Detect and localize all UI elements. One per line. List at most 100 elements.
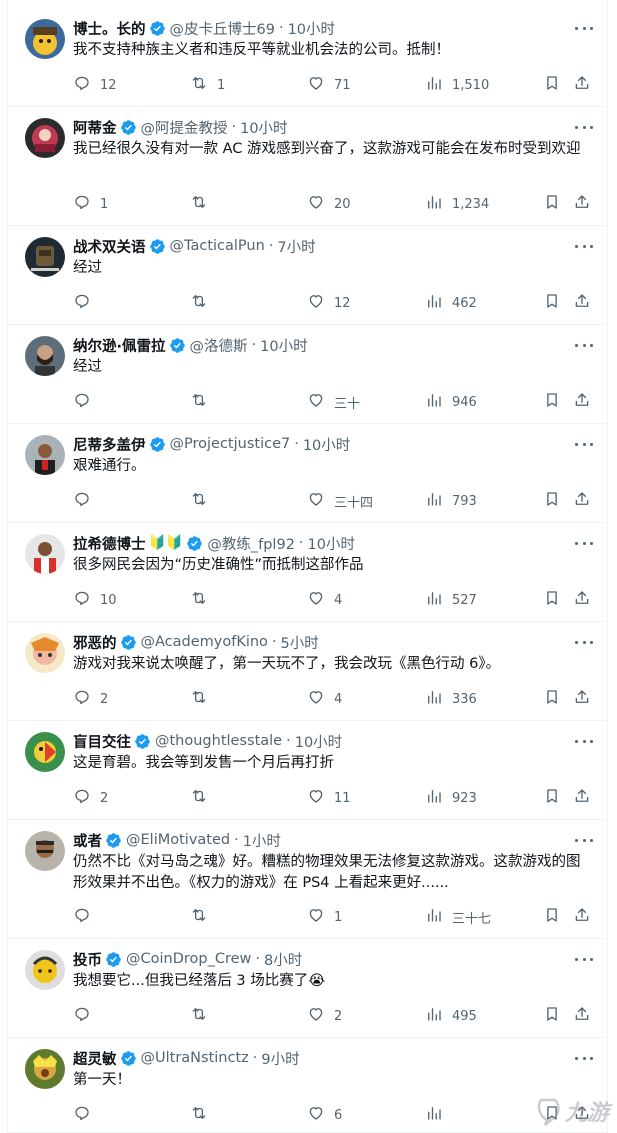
- retweet-button[interactable]: [190, 193, 217, 215]
- tweet[interactable]: 博士。长的 @皮卡丘博士69 · 10小时 我不支持种族主义者和违反平等就业机会法的公司…: [8, 8, 607, 107]
- avatar[interactable]: [25, 1049, 65, 1089]
- retweet-button[interactable]: [190, 1104, 217, 1126]
- tweet[interactable]: 战术双关语 @TacticalPun · 7小时 经过 12 462: [8, 226, 607, 325]
- views-button[interactable]: 1,234: [425, 193, 489, 215]
- user-handle[interactable]: @EliMotivated: [126, 832, 230, 848]
- views-button[interactable]: [425, 1104, 452, 1126]
- more-options-icon[interactable]: [575, 337, 593, 353]
- user-handle[interactable]: @UltraNstinctz: [141, 1050, 249, 1066]
- bookmark-button[interactable]: [543, 490, 561, 512]
- retweet-button[interactable]: [190, 1005, 217, 1027]
- reply-button[interactable]: [73, 292, 100, 314]
- reply-button[interactable]: [73, 1005, 100, 1027]
- share-button[interactable]: [573, 787, 591, 809]
- like-button[interactable]: 6: [307, 1104, 342, 1126]
- share-button[interactable]: [573, 391, 591, 413]
- user-handle[interactable]: @TacticalPun: [170, 238, 265, 254]
- like-button[interactable]: 三十四: [307, 490, 373, 512]
- like-button[interactable]: 1: [307, 906, 342, 928]
- user-handle[interactable]: @thoughtlesstale: [155, 733, 282, 749]
- views-button[interactable]: 793: [425, 490, 477, 512]
- like-button[interactable]: 20: [307, 193, 351, 215]
- more-options-icon[interactable]: [575, 20, 593, 36]
- user-handle[interactable]: @Projectjustice7: [170, 436, 291, 452]
- timestamp[interactable]: 10小时: [308, 533, 355, 554]
- timestamp[interactable]: 1小时: [243, 830, 281, 851]
- retweet-button[interactable]: [190, 292, 217, 314]
- views-button[interactable]: 495: [425, 1005, 477, 1027]
- bookmark-button[interactable]: [543, 193, 561, 215]
- user-handle[interactable]: @洛德斯: [190, 335, 248, 356]
- reply-button[interactable]: [73, 391, 100, 413]
- user-handle[interactable]: @AcademyofKino: [141, 634, 268, 650]
- bookmark-button[interactable]: [543, 1005, 561, 1027]
- views-button[interactable]: 462: [425, 292, 477, 314]
- share-button[interactable]: [573, 292, 591, 314]
- retweet-button[interactable]: [190, 688, 217, 710]
- bookmark-button[interactable]: [543, 787, 561, 809]
- avatar[interactable]: [25, 950, 65, 990]
- views-button[interactable]: 三十七: [425, 906, 491, 928]
- timestamp[interactable]: 7小时: [277, 236, 315, 257]
- reply-button[interactable]: 10: [73, 589, 117, 611]
- display-name[interactable]: 超灵敏: [73, 1048, 117, 1069]
- timestamp[interactable]: 10小时: [295, 731, 342, 752]
- retweet-button[interactable]: 1: [190, 74, 225, 96]
- user-handle[interactable]: @CoinDrop_Crew: [126, 951, 251, 967]
- avatar[interactable]: [25, 534, 65, 574]
- user-handle[interactable]: @教练_fpl92: [207, 533, 295, 554]
- user-handle[interactable]: @皮卡丘博士69: [170, 18, 275, 39]
- more-options-icon[interactable]: [575, 733, 593, 749]
- share-button[interactable]: [573, 1005, 591, 1027]
- more-options-icon[interactable]: [575, 238, 593, 254]
- bookmark-button[interactable]: [543, 391, 561, 413]
- bookmark-button[interactable]: [543, 589, 561, 611]
- timestamp[interactable]: 10小时: [288, 18, 335, 39]
- timestamp[interactable]: 10小时: [240, 117, 287, 138]
- timestamp[interactable]: 10小时: [303, 434, 350, 455]
- tweet[interactable]: 阿蒂金 @阿提金教授 · 10小时 我已经很久没有对一款 AC 游戏感到兴奋了，这款游戏…: [8, 107, 607, 226]
- reply-button[interactable]: 1: [73, 193, 108, 215]
- display-name[interactable]: 或者: [73, 830, 102, 851]
- more-options-icon[interactable]: [575, 1050, 593, 1066]
- like-button[interactable]: 2: [307, 1005, 342, 1027]
- avatar[interactable]: [25, 633, 65, 673]
- more-options-icon[interactable]: [575, 119, 593, 135]
- tweet[interactable]: 纳尔逊·佩雷拉 @洛德斯 · 10小时 经过 三十 946: [8, 325, 607, 424]
- timestamp[interactable]: 9小时: [261, 1048, 299, 1069]
- tweet[interactable]: 拉希德博士 🔰🔰 @教练_fpl92 · 10小时 很多网民会因为“历史准确性”而抵制这部…: [8, 523, 607, 622]
- timestamp[interactable]: 10小时: [260, 335, 307, 356]
- display-name[interactable]: 博士。长的: [73, 18, 146, 39]
- timestamp[interactable]: 8小时: [264, 949, 302, 970]
- tweet[interactable]: 盲目交往 @thoughtlesstale · 10小时 这是育碧。我会等到发售一个月后…: [8, 721, 607, 820]
- retweet-button[interactable]: [190, 589, 217, 611]
- share-button[interactable]: [573, 688, 591, 710]
- retweet-button[interactable]: [190, 787, 217, 809]
- bookmark-button[interactable]: [543, 292, 561, 314]
- like-button[interactable]: 4: [307, 589, 342, 611]
- display-name[interactable]: 盲目交往: [73, 731, 131, 752]
- display-name[interactable]: 阿蒂金: [73, 117, 117, 138]
- views-button[interactable]: 527: [425, 589, 477, 611]
- display-name[interactable]: 邪恶的: [73, 632, 117, 653]
- avatar[interactable]: [25, 19, 65, 59]
- avatar[interactable]: [25, 237, 65, 277]
- display-name[interactable]: 拉希德博士: [73, 533, 146, 554]
- like-button[interactable]: 4: [307, 688, 342, 710]
- views-button[interactable]: 336: [425, 688, 477, 710]
- share-button[interactable]: [573, 74, 591, 96]
- more-options-icon[interactable]: [575, 436, 593, 452]
- retweet-button[interactable]: [190, 906, 217, 928]
- share-button[interactable]: [573, 589, 591, 611]
- retweet-button[interactable]: [190, 391, 217, 413]
- reply-button[interactable]: 2: [73, 787, 108, 809]
- more-options-icon[interactable]: [575, 832, 593, 848]
- more-options-icon[interactable]: [575, 634, 593, 650]
- like-button[interactable]: 11: [307, 787, 351, 809]
- tweet[interactable]: 或者 @EliMotivated · 1小时 仍然不比《对马岛之魂》好。糟糕的物理效果无…: [8, 820, 607, 939]
- views-button[interactable]: 1,510: [425, 74, 489, 96]
- avatar[interactable]: [25, 732, 65, 772]
- user-handle[interactable]: @阿提金教授: [141, 117, 228, 138]
- bookmark-button[interactable]: [543, 688, 561, 710]
- tweet[interactable]: 投币 @CoinDrop_Crew · 8小时 我想要它...但我已经落后 3 场比赛了…: [8, 939, 607, 1038]
